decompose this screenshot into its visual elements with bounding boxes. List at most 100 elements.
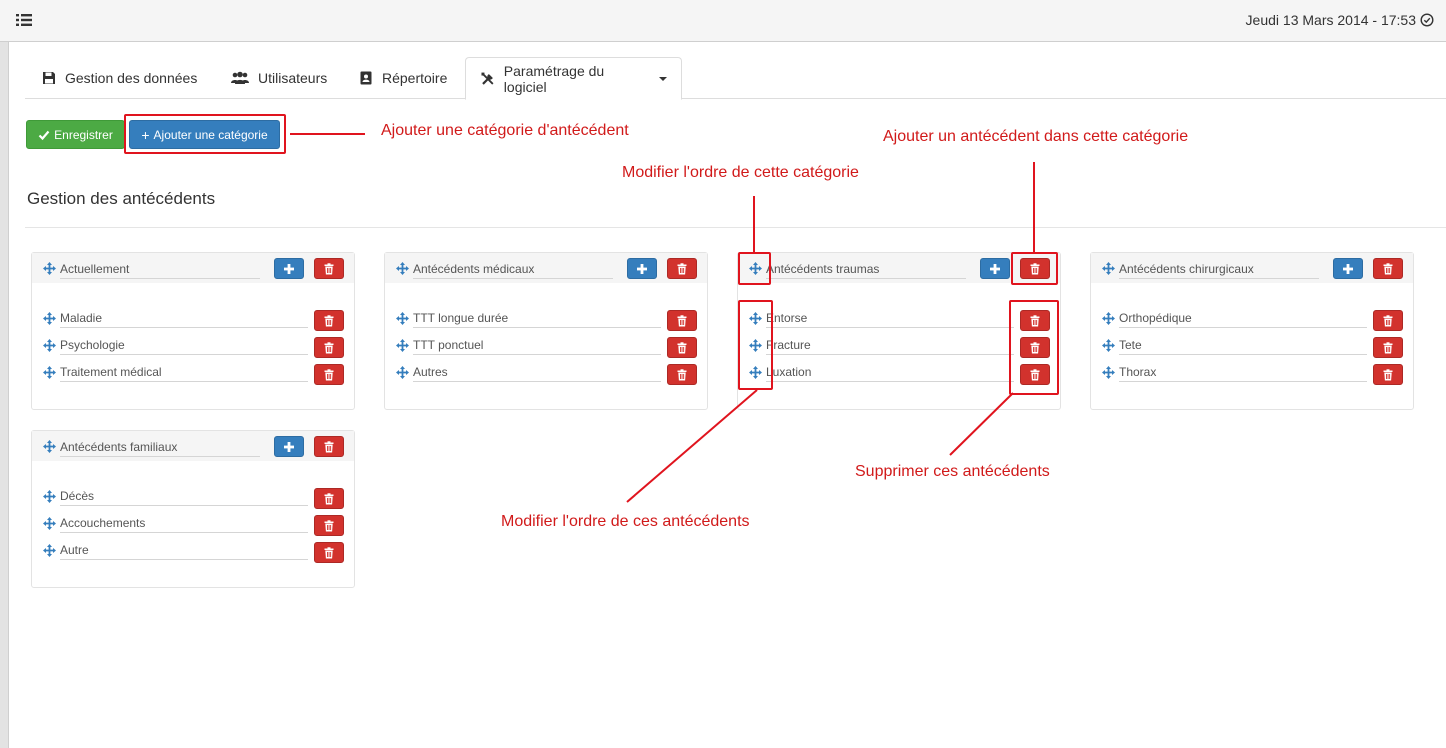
trash-icon bbox=[1382, 368, 1394, 381]
check-icon bbox=[38, 130, 50, 140]
delete-item-button[interactable] bbox=[314, 364, 344, 385]
list-menu-icon[interactable] bbox=[15, 12, 33, 28]
tools-icon bbox=[481, 72, 494, 85]
item-name-input[interactable]: TTT longue durée bbox=[413, 311, 661, 328]
delete-item-button[interactable] bbox=[314, 542, 344, 563]
tab-utilisateurs[interactable]: Utilisateurs bbox=[216, 57, 341, 99]
move-icon[interactable] bbox=[43, 544, 56, 557]
add-item-button[interactable] bbox=[274, 258, 304, 279]
item-name-input[interactable]: TTT ponctuel bbox=[413, 338, 661, 355]
move-icon[interactable] bbox=[43, 262, 56, 275]
trash-icon bbox=[323, 368, 335, 381]
delete-category-button[interactable] bbox=[1373, 258, 1403, 279]
item-name-input[interactable]: Décès bbox=[60, 489, 308, 506]
move-icon[interactable] bbox=[396, 312, 409, 325]
item-name-input[interactable]: Thorax bbox=[1119, 365, 1367, 382]
move-icon[interactable] bbox=[396, 339, 409, 352]
annotation-reorder-category: Modifier l'ordre de cette catégorie bbox=[622, 164, 859, 181]
tab-gestion-donnees[interactable]: Gestion des données bbox=[27, 57, 211, 99]
category-name-input[interactable]: Antécédents traumas bbox=[766, 262, 966, 279]
add-item-button[interactable] bbox=[980, 258, 1010, 279]
category-name-input[interactable]: Antécédents chirurgicaux bbox=[1119, 262, 1319, 279]
add-item-button[interactable] bbox=[1333, 258, 1363, 279]
move-icon[interactable] bbox=[1102, 262, 1115, 275]
move-icon[interactable] bbox=[43, 339, 56, 352]
delete-item-button[interactable] bbox=[1373, 364, 1403, 385]
item-name-input[interactable]: Accouchements bbox=[60, 516, 308, 533]
plus-icon bbox=[283, 441, 295, 453]
caret-down-icon bbox=[659, 76, 667, 81]
trash-icon bbox=[323, 440, 335, 453]
datetime-text: Jeudi 13 Mars 2014 - 17:53 bbox=[1245, 12, 1416, 28]
trash-icon bbox=[1382, 314, 1394, 327]
item-name-input[interactable]: Maladie bbox=[60, 311, 308, 328]
move-icon[interactable] bbox=[396, 262, 409, 275]
category-name-input[interactable]: Antécédents familiaux bbox=[60, 440, 260, 457]
category-card: Antécédents chirurgicaux Orthopédique Tete… bbox=[1090, 252, 1414, 410]
move-icon[interactable] bbox=[1102, 312, 1115, 325]
category-name-input[interactable]: Antécédents médicaux bbox=[413, 262, 613, 279]
trash-icon bbox=[676, 314, 688, 327]
plus-icon bbox=[1342, 263, 1354, 275]
add-item-button[interactable] bbox=[627, 258, 657, 279]
item-name-input[interactable]: Traitement médical bbox=[60, 365, 308, 382]
move-icon[interactable] bbox=[396, 366, 409, 379]
delete-category-button[interactable] bbox=[314, 436, 344, 457]
delete-item-button[interactable] bbox=[1373, 310, 1403, 331]
delete-item-button[interactable] bbox=[1373, 337, 1403, 358]
delete-category-button[interactable] bbox=[667, 258, 697, 279]
trash-icon bbox=[323, 262, 335, 275]
divider bbox=[25, 227, 1446, 228]
item-name-input[interactable]: Orthopédique bbox=[1119, 311, 1367, 328]
add-item-button[interactable] bbox=[274, 436, 304, 457]
annotation-add-category: Ajouter une catégorie d'antécédent bbox=[381, 122, 629, 139]
annotation-highlight-delete-items bbox=[1009, 300, 1059, 395]
tab-parametrage[interactable]: Paramétrage du logiciel bbox=[465, 57, 682, 100]
delete-category-button[interactable] bbox=[314, 258, 344, 279]
tab-label: Paramétrage du logiciel bbox=[503, 62, 605, 95]
item-name-input[interactable]: Entorse bbox=[766, 311, 1014, 328]
section-title: Gestion des antécédents bbox=[27, 189, 216, 208]
move-icon[interactable] bbox=[43, 490, 56, 503]
delete-item-button[interactable] bbox=[314, 310, 344, 331]
trash-icon bbox=[323, 341, 335, 354]
delete-item-button[interactable] bbox=[667, 364, 697, 385]
delete-item-button[interactable] bbox=[667, 310, 697, 331]
trash-icon bbox=[676, 368, 688, 381]
delete-item-button[interactable] bbox=[314, 337, 344, 358]
delete-item-button[interactable] bbox=[314, 488, 344, 509]
item-name-input[interactable]: Luxation bbox=[766, 365, 1014, 382]
tab-repertoire[interactable]: Répertoire bbox=[344, 57, 461, 99]
move-icon[interactable] bbox=[43, 440, 56, 453]
trash-icon bbox=[1382, 262, 1394, 275]
datetime: Jeudi 13 Mars 2014 - 17:53 bbox=[1246, 12, 1434, 28]
item-name-input[interactable]: Tete bbox=[1119, 338, 1367, 355]
category-name-input[interactable]: Actuellement bbox=[60, 262, 260, 279]
category-card: Antécédents familiaux Décès Accouchements A… bbox=[31, 430, 355, 588]
trash-icon bbox=[323, 519, 335, 532]
floppy-icon bbox=[43, 72, 55, 84]
move-icon[interactable] bbox=[1102, 366, 1115, 379]
save-button[interactable]: Enregistrer bbox=[26, 120, 125, 149]
trash-icon bbox=[676, 262, 688, 275]
delete-item-button[interactable] bbox=[667, 337, 697, 358]
move-icon[interactable] bbox=[43, 366, 56, 379]
item-name-input[interactable]: Autre bbox=[60, 543, 308, 560]
delete-item-button[interactable] bbox=[314, 515, 344, 536]
trash-icon bbox=[1382, 341, 1394, 354]
plus-icon bbox=[636, 263, 648, 275]
item-name-input[interactable]: Psychologie bbox=[60, 338, 308, 355]
annotation-highlight-add-item bbox=[1011, 252, 1058, 285]
move-icon[interactable] bbox=[1102, 339, 1115, 352]
top-bar: Jeudi 13 Mars 2014 - 17:53 bbox=[0, 0, 1446, 42]
address-book-icon bbox=[360, 71, 372, 85]
item-name-input[interactable]: Autres bbox=[413, 365, 661, 382]
save-label: Enregistrer bbox=[54, 127, 113, 142]
tab-label: Gestion des données bbox=[65, 70, 198, 86]
annotation-highlight-add-category bbox=[124, 114, 286, 154]
users-icon bbox=[231, 71, 249, 84]
item-name-input[interactable]: Fracture bbox=[766, 338, 1014, 355]
move-icon[interactable] bbox=[43, 312, 56, 325]
category-header: Actuellement bbox=[32, 253, 354, 283]
move-icon[interactable] bbox=[43, 517, 56, 530]
